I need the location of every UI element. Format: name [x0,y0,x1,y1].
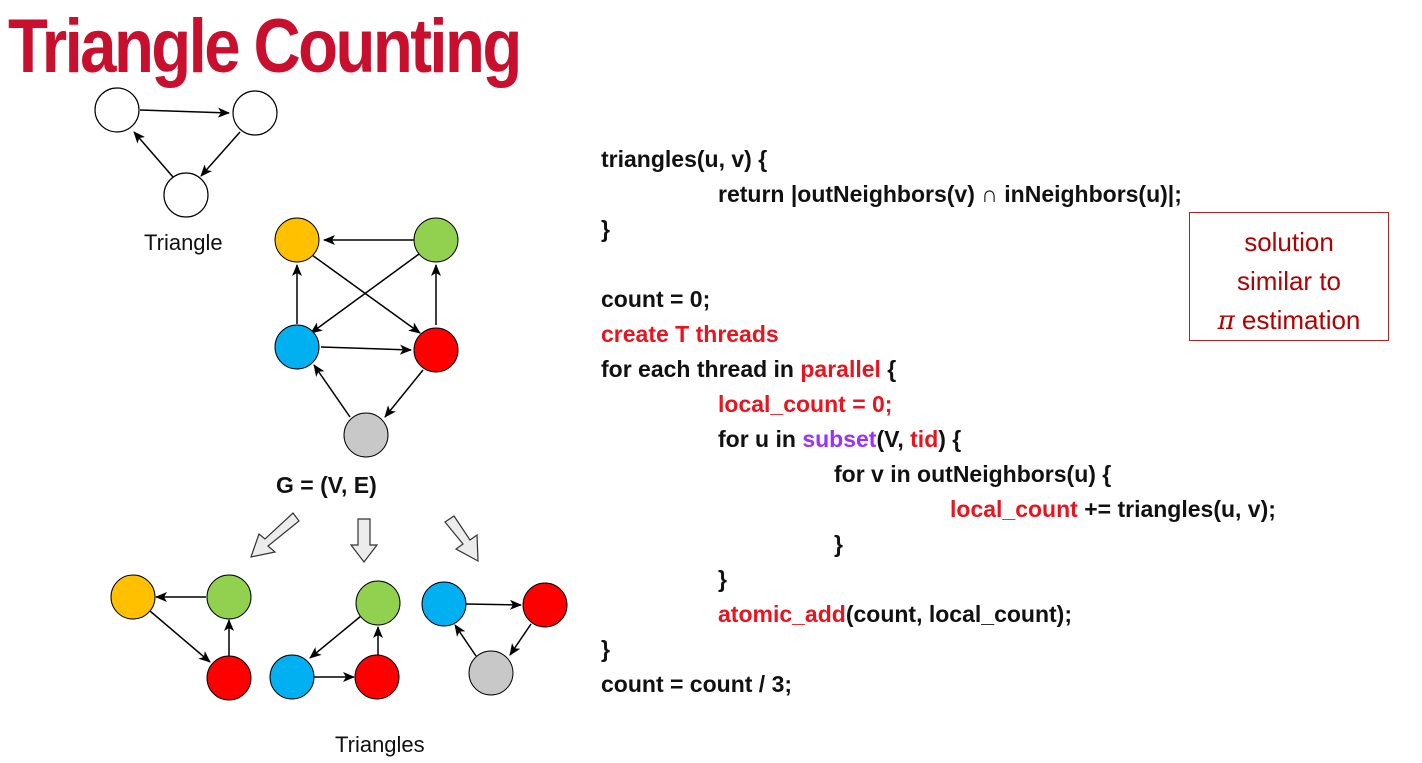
edge [454,624,477,657]
code-token: (count, local_count); [845,601,1072,627]
code-line: } [601,216,610,242]
code-token: local_count [950,496,1078,522]
code-line: count = count / 3; [601,671,793,697]
node-yellow [274,217,320,263]
edge [320,344,412,355]
node-blue [421,581,467,627]
code-token: tid [910,426,939,452]
edge [309,615,362,659]
node-red [206,655,252,701]
edge [384,369,424,418]
triangle-label: Triangle [144,230,223,255]
node-red [413,327,459,373]
edge [133,131,174,178]
code-line: count = 0; [601,286,711,312]
graph-g [274,217,459,458]
block-arrows [250,512,479,563]
code-line: local_count += triangles(u, v); [950,492,1276,527]
node-red [522,582,568,628]
note-text: estimation [1234,305,1361,335]
code-line: return |outNeighbors(v) ∩ inNeighbors(u)… [718,181,1182,207]
edge [465,599,522,610]
code-token: atomic_add [718,601,846,627]
graph-label: G = (V, E) [276,472,377,498]
code-token: { [880,356,897,382]
solution-note: solution similar to π estimation [1189,212,1389,341]
node-yellow [110,574,156,620]
note-line: similar to [1236,266,1341,296]
node-green [206,574,252,620]
node [163,172,209,218]
code-line: local_count = 0; [718,391,893,417]
code-line: triangles(u, v) { [601,146,768,172]
node-blue [274,324,320,370]
edge [313,364,351,418]
triangle-3 [421,581,568,696]
node [94,87,140,133]
node [232,90,278,136]
code-token: subset [802,426,877,452]
code-line: } [834,531,843,557]
node-blue [269,654,315,700]
note-line: solution [1244,227,1334,257]
arrow-down-left-icon [250,512,300,558]
triangles-label: Triangles [335,732,425,757]
node-green [413,217,459,263]
node-gray [468,650,514,696]
note-line: π estimation [1190,301,1388,341]
example-triangle [94,87,278,218]
code-line: create T threads [601,321,779,347]
code-line: } [601,636,610,662]
code-token: ) { [938,426,962,452]
triangle-1 [110,574,252,701]
code-line: atomic_add(count, local_count); [718,597,1072,632]
code-token: parallel [800,356,881,382]
code-token: for each thread in [601,356,801,382]
code-token: for u in [718,426,803,452]
edge [200,131,241,177]
triangle-2 [269,580,401,700]
code-line: } [718,566,727,592]
code-line: for v in outNeighbors(u) { [834,461,1112,487]
edge [149,610,211,663]
edge [509,623,532,656]
edge [139,107,230,118]
code-token: (V, [876,426,911,452]
code-token: += triangles(u, v); [1077,496,1276,522]
code-line: for each thread in parallel { [601,352,896,387]
arrow-down-right-icon [444,515,479,563]
node-gray [343,412,389,458]
code-line: for u in subset(V, tid) { [718,422,961,457]
arrow-down-icon [349,518,379,563]
pi-symbol: π [1217,306,1235,336]
node-red [354,654,400,700]
node-green [355,580,401,626]
